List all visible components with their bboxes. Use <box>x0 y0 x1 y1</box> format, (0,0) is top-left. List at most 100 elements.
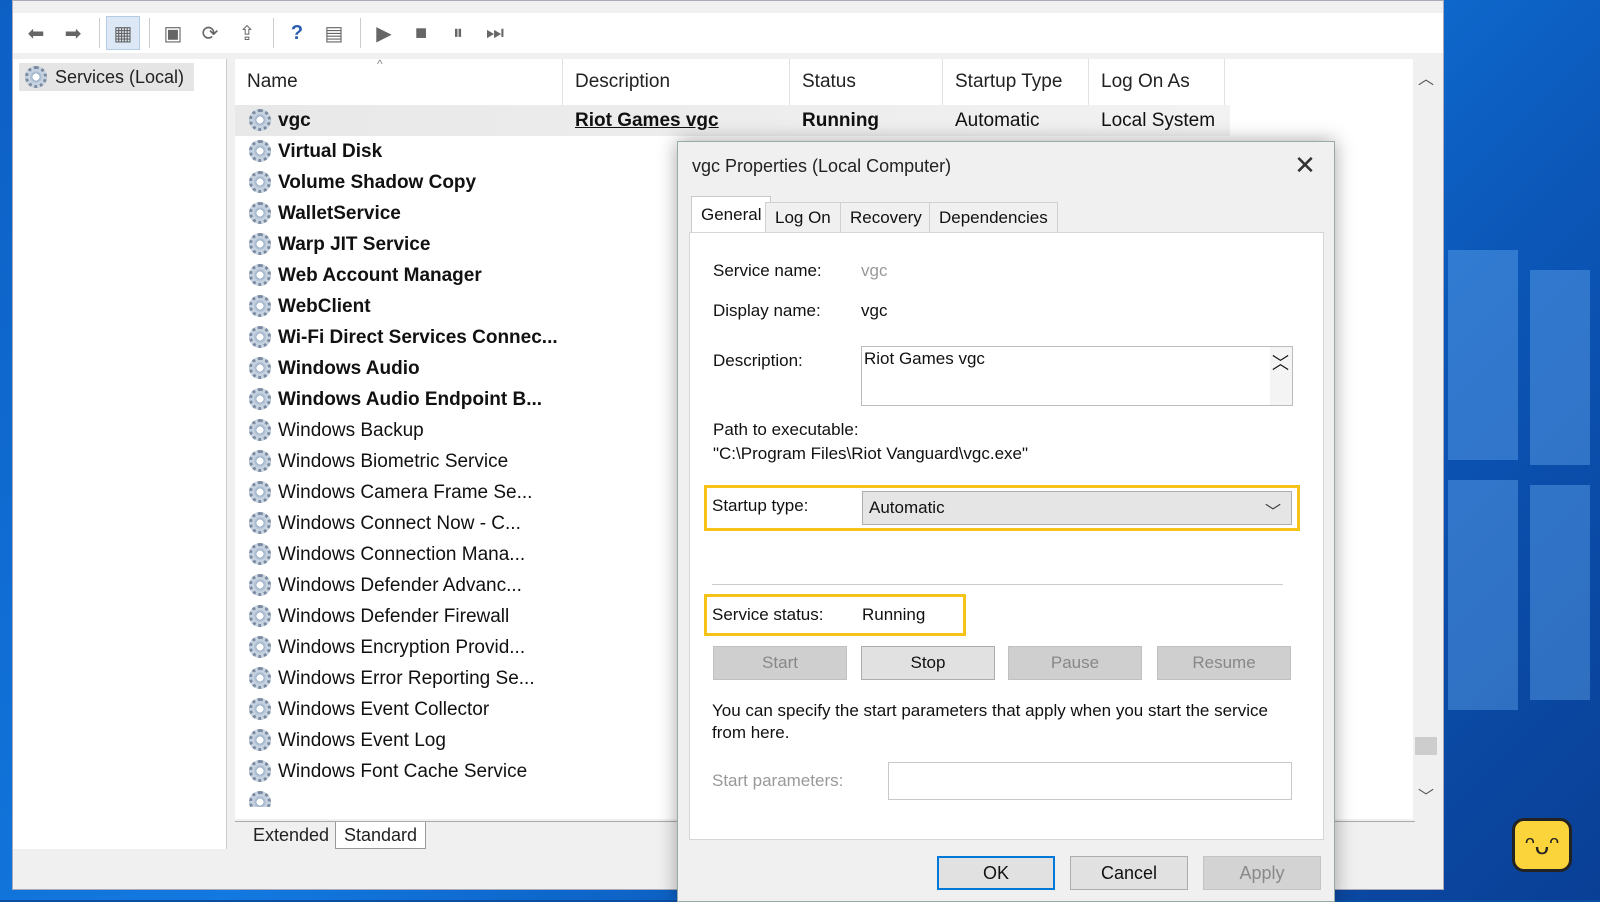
tab-log-on[interactable]: Log On <box>765 202 841 232</box>
resume-button[interactable]: Resume <box>1157 646 1291 680</box>
gear-icon <box>249 574 271 596</box>
column-header-name[interactable]: Name ^ <box>235 57 563 105</box>
general-tab-panel <box>689 232 1324 840</box>
path-value: "C:\Program Files\Riot Vanguard\vgc.exe" <box>713 444 1029 463</box>
gear-icon <box>249 791 271 807</box>
gear-icon <box>249 264 271 286</box>
service-name: Windows Connection Mana... <box>278 543 526 565</box>
vertical-scrollbar[interactable]: ︿ ﹀ <box>1413 59 1439 819</box>
divider <box>712 584 1283 585</box>
export-list-icon[interactable]: ⇪ <box>230 16 264 50</box>
scrollbar-thumb[interactable] <box>1415 737 1437 755</box>
service-name: Web Account Manager <box>278 264 482 286</box>
gear-icon <box>249 667 271 689</box>
column-header-label: Startup Type <box>955 71 1063 92</box>
tree-item-label: Services (Local) <box>55 66 185 87</box>
smiley-chat-icon[interactable]: ᵔᴗᵔ <box>1512 818 1572 872</box>
column-header-label: Description <box>575 71 671 92</box>
startup-type-select[interactable]: Automatic ﹀ <box>862 491 1292 525</box>
service-startup-type: Automatic <box>955 109 1040 131</box>
service-name: Virtual Disk <box>278 140 383 162</box>
pause-button[interactable]: Pause <box>1008 646 1142 680</box>
stop-button[interactable]: Stop <box>861 646 995 680</box>
back-arrow-icon[interactable]: ⬅ <box>19 16 53 50</box>
column-header-startup-type[interactable]: Startup Type <box>943 59 1089 105</box>
restart-icon[interactable]: ⏭ <box>478 16 512 50</box>
wallpaper-pane <box>1530 485 1590 700</box>
start-params-input[interactable] <box>888 762 1292 800</box>
column-header-description[interactable]: Description <box>563 59 790 105</box>
service-status-label: Service status: <box>712 605 824 624</box>
tab-general[interactable]: General <box>691 196 772 232</box>
service-description: Riot Games vgc <box>575 109 719 131</box>
service-name: Windows Connect Now - C... <box>278 512 521 534</box>
display-name-value: vgc <box>861 301 888 320</box>
description-field[interactable]: Riot Games vgc ︿ ﹀ <box>861 346 1293 406</box>
service-name: Windows Encryption Provid... <box>278 636 526 658</box>
service-name: Windows Camera Frame Se... <box>278 481 533 503</box>
tree-item-services-local[interactable]: Services (Local) <box>19 63 195 91</box>
gear-icon <box>249 605 271 627</box>
tab-dependencies[interactable]: Dependencies <box>929 202 1058 232</box>
gear-icon <box>249 729 271 751</box>
toolbar: ⬅ ➡ ▦ ▣ ⟳ ⇪ ? ▤ ▶ ■ ⏸ ⏭ <box>13 13 1443 53</box>
gear-icon <box>249 636 271 658</box>
gear-icon <box>249 109 271 131</box>
chevron-down-icon: ﹀ <box>1264 504 1281 521</box>
console-tree: Services (Local) <box>13 59 227 849</box>
apply-button[interactable]: Apply <box>1203 856 1321 890</box>
gear-icon <box>249 295 271 317</box>
properties-icon[interactable]: ▣ <box>156 16 190 50</box>
description-label: Description: <box>713 351 803 370</box>
dialog-title: vgc Properties (Local Computer) <box>692 156 952 176</box>
service-name: WebClient <box>278 295 371 317</box>
show-hide-icon[interactable]: ▤ <box>317 16 351 50</box>
column-header-label: Log On As <box>1101 71 1190 92</box>
wallpaper-pane <box>1530 270 1590 465</box>
gear-icon <box>249 450 271 472</box>
service-name: WalletService <box>278 202 401 224</box>
chevron-down-icon[interactable]: ﹀ <box>1272 349 1289 374</box>
sort-ascending-icon: ^ <box>377 57 383 71</box>
scroll-down-icon[interactable]: ﹀ <box>1418 783 1434 807</box>
scroll-up-icon[interactable]: ︿ <box>1418 65 1434 89</box>
close-icon[interactable]: ✕ <box>1290 150 1320 180</box>
refresh-icon[interactable]: ⟳ <box>193 16 227 50</box>
column-header-label: Name <box>247 71 298 92</box>
service-name: Windows Event Collector <box>278 698 490 720</box>
service-name: Windows Error Reporting Se... <box>278 667 535 689</box>
gear-icon <box>249 233 271 255</box>
cancel-button[interactable]: Cancel <box>1070 856 1188 890</box>
play-icon[interactable]: ▶ <box>367 16 401 50</box>
column-header-status[interactable]: Status <box>790 59 943 105</box>
startup-type-value: Automatic <box>869 498 945 517</box>
console-tree-icon[interactable]: ▦ <box>106 16 140 50</box>
tab-recovery[interactable]: Recovery <box>840 202 932 232</box>
wallpaper-pane <box>1448 250 1518 460</box>
start-button[interactable]: Start <box>713 646 847 680</box>
pause-icon[interactable]: ⏸ <box>441 16 475 50</box>
service-name: Warp JIT Service <box>278 233 431 255</box>
service-name: vgc <box>278 109 311 131</box>
column-header-log-on-as[interactable]: Log On As <box>1089 59 1225 105</box>
service-status: Running <box>802 109 880 131</box>
service-name: Windows Event Log <box>278 729 446 751</box>
forward-arrow-icon[interactable]: ➡ <box>56 16 90 50</box>
toolbar-separator <box>360 18 361 48</box>
gear-icon <box>249 140 271 162</box>
help-icon[interactable]: ? <box>280 16 314 50</box>
tab-extended[interactable]: Extended <box>245 822 337 848</box>
gear-icon <box>249 512 271 534</box>
tab-standard[interactable]: Standard <box>335 822 427 849</box>
ok-button[interactable]: OK <box>937 856 1055 890</box>
gear-icon <box>249 543 271 565</box>
gear-icon <box>249 388 271 410</box>
startup-type-label: Startup type: <box>712 496 809 515</box>
toolbar-separator <box>273 18 274 48</box>
start-params-hint: You can specify the start parameters tha… <box>712 701 1268 720</box>
service-name: Windows Defender Firewall <box>278 605 510 627</box>
table-row-selected[interactable]: vgc Riot Games vgc Running Automatic Loc… <box>235 105 1230 136</box>
service-status-value: Running <box>862 605 926 624</box>
description-scrollbar[interactable]: ︿ ﹀ <box>1270 347 1292 405</box>
stop-icon[interactable]: ■ <box>404 16 438 50</box>
